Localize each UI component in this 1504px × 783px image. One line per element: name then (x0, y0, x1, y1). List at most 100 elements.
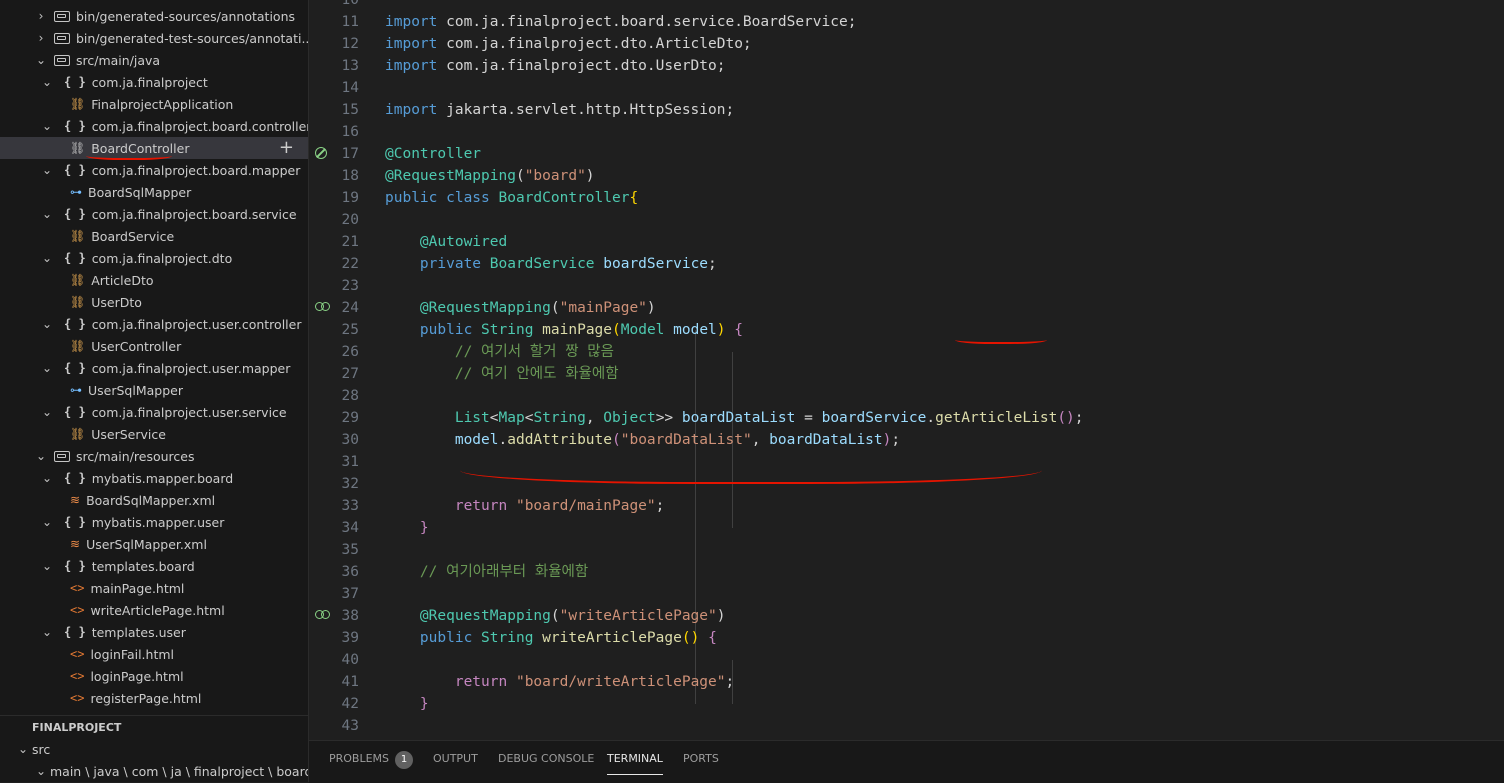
tree-item-label: BoardSqlMapper (88, 184, 192, 200)
tree-item[interactable]: ⌄ src/main/java (0, 49, 308, 71)
chevron-right-icon[interactable]: › (36, 31, 46, 45)
line-number: 41 (341, 674, 359, 690)
tree-item[interactable]: ⌄ { } com.ja.finalproject.user.mapper (0, 357, 308, 379)
chevron-down-icon[interactable]: ⌄ (42, 405, 52, 419)
tree-item[interactable]: ⌄ { } com.ja.finalproject.board.mapper (0, 159, 308, 181)
code-token: , (585, 410, 604, 426)
tree-item[interactable]: <> mainPage.html (0, 577, 308, 599)
tree-item[interactable]: ⌄ src/main/resources (0, 445, 308, 467)
tree-item[interactable]: ⌄ { } com.ja.finalproject.dto (0, 247, 308, 269)
code-token: String (481, 630, 534, 646)
code-token: @RequestMapping (419, 300, 551, 316)
chevron-down-icon[interactable]: ⌄ (42, 207, 52, 221)
panel-tab-terminal[interactable]: TERMINAL (607, 741, 663, 777)
outline-item[interactable]: ⌄ main \ java \ com \ ja \ finalproject \… (0, 760, 308, 782)
tree-item[interactable]: ⛓ ArticleDto (0, 269, 308, 291)
add-icon[interactable]: + (279, 139, 294, 157)
tree-item[interactable]: ⌄ { } com.ja.finalproject.board.controller (0, 115, 308, 137)
code-line: 28 (309, 385, 1504, 407)
section-header-finalproject[interactable]: FINALPROJECT (0, 715, 308, 738)
tree-item[interactable]: ⊶ UserSqlMapper (0, 379, 308, 401)
tree-item[interactable]: ⌄ { } mybatis.mapper.user (0, 511, 308, 533)
line-number: 36 (341, 564, 359, 580)
chevron-down-icon[interactable]: ⌄ (42, 163, 52, 177)
code-line: 40 (309, 649, 1504, 671)
chevron-down-icon[interactable]: ⌄ (36, 53, 46, 67)
request-mapping-icon[interactable] (315, 609, 330, 619)
code-token: boardDataList (769, 432, 883, 448)
tree-item-label: BoardSqlMapper.xml (86, 492, 216, 508)
chevron-right-icon[interactable]: › (36, 9, 46, 23)
code-text: List<Map<String, Object>> boardDataList … (385, 407, 1084, 429)
tree-item[interactable]: ⛓ BoardService (0, 225, 308, 247)
tree-item[interactable]: ⛓ UserService (0, 423, 308, 445)
tree-item[interactable]: › bin/generated-sources/annotations (0, 5, 308, 27)
code-token: ) (716, 322, 726, 338)
tree-item-label: UserDto (91, 294, 142, 310)
tree-item[interactable]: <> loginFail.html (0, 643, 308, 665)
package-icon: { } (64, 471, 86, 485)
code-text: import com.ja.finalproject.board.service… (385, 11, 856, 33)
code-token: ) (646, 300, 656, 316)
panel-tab-ports[interactable]: PORTS (683, 741, 719, 777)
chevron-down-icon[interactable]: ⌄ (42, 317, 52, 331)
code-token: BoardService (489, 256, 595, 272)
chevron-down-icon[interactable]: ⌄ (42, 515, 52, 529)
tree-item-label: UserService (91, 426, 166, 442)
tree-item[interactable]: › bin/generated-test-sources/annotati... (0, 27, 308, 49)
code-token: } (419, 520, 429, 536)
panel-tab-problems[interactable]: PROBLEMS 1 (329, 741, 414, 777)
chevron-down-icon[interactable]: ⌄ (18, 742, 28, 756)
code-editor[interactable]: 10 11 import com.ja.finalproject.board.ser… (309, 0, 1504, 740)
code-token: public class (385, 190, 490, 206)
tree-item-label: com.ja.finalproject.board.controller (91, 118, 309, 134)
panel-tab-debug-console[interactable]: DEBUG CONSOLE (498, 741, 594, 777)
chevron-down-icon[interactable]: ⌄ (42, 75, 52, 89)
chevron-down-icon[interactable]: ⌄ (42, 625, 52, 639)
tree-item[interactable]: ⌄ { } com.ja.finalproject.user.service (0, 401, 308, 423)
tree-item[interactable]: ⛓ FinalprojectApplication (0, 93, 308, 115)
tree-item[interactable]: ⌄ { } templates.board (0, 555, 308, 577)
spring-bean-icon[interactable] (315, 147, 327, 159)
code-line: 27 // 여기 안에도 화율에함 (309, 363, 1504, 385)
tree-item[interactable]: <> registerPage.html (0, 687, 308, 709)
chevron-down-icon[interactable]: ⌄ (36, 449, 46, 463)
tree-item[interactable]: ⌄ { } com.ja.finalproject.user.controller (0, 313, 308, 335)
tree-item[interactable]: ⌄ { } com.ja.finalproject (0, 71, 308, 93)
tree-item[interactable]: ⌄ { } mybatis.mapper.board (0, 467, 308, 489)
tree-item[interactable]: ≋ BoardSqlMapper.xml (0, 489, 308, 511)
tree-item-label: src/main/resources (76, 448, 195, 464)
code-line: 16 (309, 121, 1504, 143)
problems-count-badge: 1 (395, 751, 414, 769)
code-line: 23 (309, 275, 1504, 297)
chevron-down-icon[interactable]: ⌄ (42, 119, 52, 133)
tree-item[interactable]: ⛓ UserController (0, 335, 308, 357)
chevron-down-icon[interactable]: ⌄ (42, 471, 52, 485)
tree-item[interactable]: ⌄ { } com.ja.finalproject.board.service (0, 203, 308, 225)
tree-item-label: templates.board (91, 558, 195, 574)
chevron-down-icon[interactable]: ⌄ (42, 559, 52, 573)
java-class-icon: ⛓ (70, 141, 86, 155)
chevron-down-icon[interactable]: ⌄ (42, 251, 52, 265)
code-token: com.ja.finalproject.dto.ArticleDto; (446, 36, 752, 52)
tree-item[interactable]: ≋ UserSqlMapper.xml (0, 533, 308, 555)
tree-item-label: com.ja.finalproject (91, 74, 208, 90)
outline-item[interactable]: ⌄ src (0, 738, 308, 760)
tree-item-label: com.ja.finalproject.board.service (91, 206, 297, 222)
chevron-down-icon[interactable]: ⌄ (42, 361, 52, 375)
panel-tab-output[interactable]: OUTPUT (433, 741, 478, 777)
tree-item[interactable]: <> loginPage.html (0, 665, 308, 687)
code-text: // 여기 안에도 화율에함 (385, 363, 619, 385)
tree-item[interactable]: ⛓ UserDto (0, 291, 308, 313)
tree-item-label: com.ja.finalproject.board.mapper (91, 162, 301, 178)
chevron-down-icon[interactable]: ⌄ (36, 764, 46, 778)
request-mapping-icon[interactable] (315, 301, 330, 311)
tree-item[interactable]: ⊶ BoardSqlMapper (0, 181, 308, 203)
tree-item[interactable]: <> writeArticlePage.html (0, 599, 308, 621)
package-icon: { } (64, 163, 86, 177)
tree-item[interactable]: ⌄ { } templates.user (0, 621, 308, 643)
bottom-panel: PROBLEMS 1 OUTPUT DEBUG CONSOLE TERMINAL PORT… (309, 740, 1504, 783)
